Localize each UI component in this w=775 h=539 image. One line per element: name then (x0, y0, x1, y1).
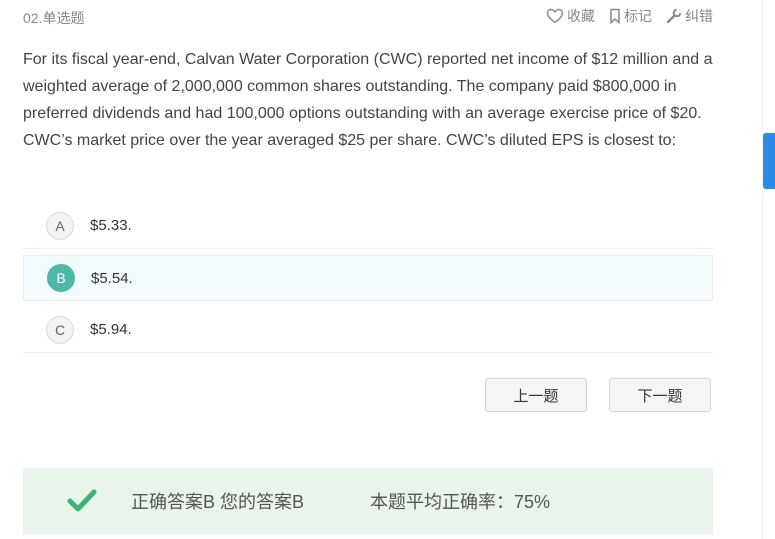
question-text: For its fiscal year-end, Calvan Water Co… (23, 51, 713, 149)
mark-label: 标记 (624, 8, 652, 24)
question-header: 02.单选题 收藏 标记 纠错 (23, 6, 713, 30)
report-error-button[interactable]: 纠错 (666, 6, 713, 26)
next-question-button[interactable]: 下一题 (609, 378, 711, 412)
favorite-button[interactable]: 收藏 (546, 6, 595, 26)
option-a[interactable]: A $5.33. (23, 203, 713, 249)
bookmark-icon (609, 8, 621, 24)
option-text: $5.33. (90, 217, 132, 234)
options-list: A $5.33. B $5.54. C $5.94. (23, 203, 713, 359)
option-c[interactable]: C $5.94. (23, 307, 713, 353)
question-type-label: 02.单选题 (23, 10, 85, 26)
option-b[interactable]: B $5.54. (23, 255, 713, 301)
correct-answer-text: 正确答案B 您的答案B (131, 492, 305, 512)
question-actions: 收藏 标记 纠错 (546, 6, 713, 26)
option-text: $5.94. (90, 321, 132, 338)
wrench-icon (666, 8, 682, 24)
heart-icon (546, 8, 564, 24)
option-letter: A (46, 211, 74, 240)
option-letter: C (46, 315, 74, 344)
mark-button[interactable]: 标记 (609, 6, 652, 26)
side-tab[interactable] (763, 133, 775, 189)
report-label: 纠错 (685, 8, 713, 24)
panel-divider (762, 0, 763, 539)
answer-result-panel: 正确答案B 您的答案B 本题平均正确率：75% (23, 468, 713, 534)
favorite-label: 收藏 (567, 8, 595, 24)
checkmark-icon (67, 489, 97, 513)
prev-question-button[interactable]: 上一题 (485, 378, 587, 412)
option-text: $5.54. (91, 269, 133, 287)
average-accuracy-text: 本题平均正确率：75% (370, 492, 551, 512)
option-letter: B (47, 264, 75, 292)
